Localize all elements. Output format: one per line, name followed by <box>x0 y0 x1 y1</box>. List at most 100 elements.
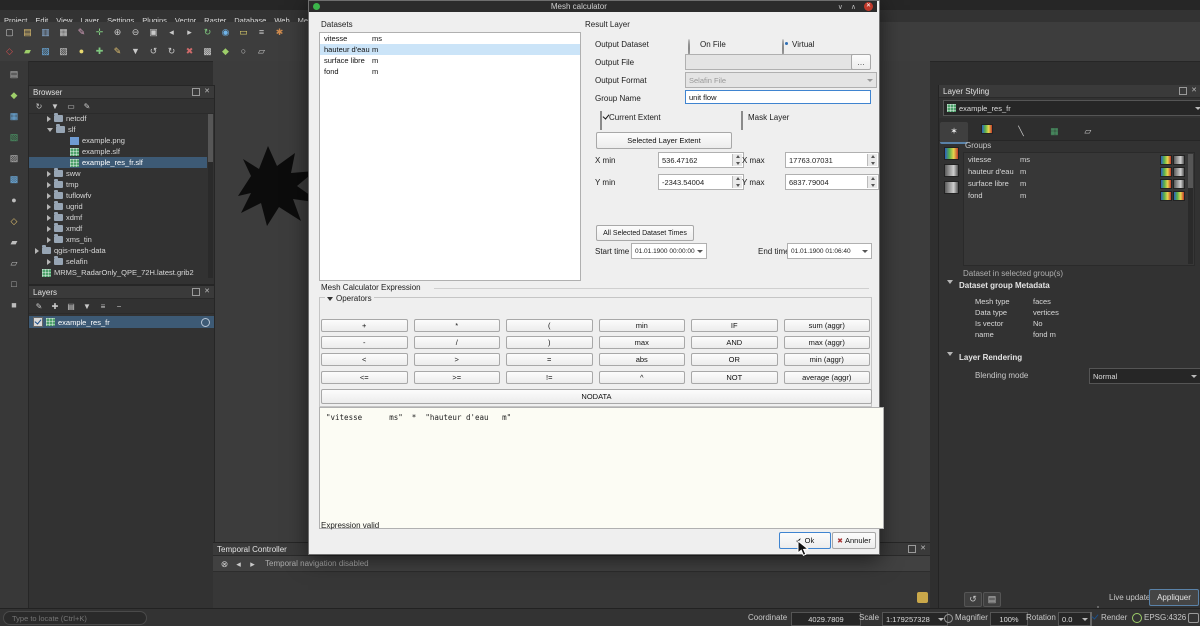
op-not-equal[interactable]: != <box>506 371 593 384</box>
delete-selected-icon[interactable]: ✖ <box>181 44 198 60</box>
new-print-layout-icon[interactable]: ▦ <box>55 25 72 41</box>
tab-mesh-frame[interactable]: ▦ <box>1040 122 1068 142</box>
x-min-spinbox[interactable]: 536.47162 <box>658 152 744 168</box>
op-max[interactable]: max <box>599 336 686 349</box>
add-vector-layer-icon[interactable]: ◆ <box>4 87 24 103</box>
open-layer-styling-icon[interactable]: ✎ <box>32 300 46 312</box>
temporal-prev-icon[interactable]: ◂ <box>232 558 245 570</box>
output-file-input[interactable] <box>685 54 855 70</box>
browser-item-ugrid[interactable]: ugrid <box>29 201 207 212</box>
layers-close-icon[interactable]: ✕ <box>204 289 210 295</box>
browser-item-example-res-fr-slf[interactable]: example_res_fr.slf <box>29 157 207 168</box>
styling-dock-icon[interactable] <box>1179 87 1187 95</box>
current-extent-checkbox[interactable] <box>600 111 602 130</box>
raster-calculator-icon[interactable]: ▩ <box>199 44 216 60</box>
zoom-in-icon[interactable]: ⊕ <box>109 25 126 41</box>
locate-input[interactable] <box>3 611 147 625</box>
browser-dock-icon[interactable] <box>192 88 200 96</box>
style-manager-icon[interactable]: ✎ <box>73 25 90 41</box>
filter-legend-icon[interactable]: ▼ <box>80 300 94 312</box>
browser-toggle-icon[interactable]: ▤ <box>4 66 24 82</box>
styling-layer-selector[interactable]: example_res_fr <box>943 100 1200 116</box>
scale-select[interactable]: 1:179257328 <box>882 612 948 626</box>
tab-labels[interactable]: ▱ <box>1074 122 1102 142</box>
crs-value[interactable]: EPSG:4326 <box>1144 613 1186 622</box>
temporal-close-icon[interactable]: ✕ <box>920 546 926 552</box>
open-attribute-table-icon[interactable]: ≡ <box>253 24 270 40</box>
filter-browser-icon[interactable]: ▼ <box>48 100 62 112</box>
browser-item-qgis-mesh-data[interactable]: qgis-mesh-data <box>29 245 207 256</box>
browser-item-sww[interactable]: sww <box>29 168 207 179</box>
op-min[interactable]: min <box>599 319 686 332</box>
current-extent-label[interactable]: Current Extent <box>609 113 661 122</box>
expand-all-icon[interactable]: ≡ <box>96 300 110 312</box>
styling-close-icon[interactable]: ✕ <box>1191 88 1197 94</box>
op-close-paren[interactable]: ) <box>506 336 593 349</box>
manage-map-themes-icon[interactable]: ▤ <box>64 300 78 312</box>
zoom-last-icon[interactable]: ◂ <box>163 25 180 41</box>
style-history-icon[interactable]: ↺ <box>964 592 982 607</box>
annotation-icon[interactable]: ○ <box>235 43 252 59</box>
op-greater-equal[interactable]: >= <box>414 371 501 384</box>
add-feature-icon[interactable]: ✚ <box>91 44 108 60</box>
style-pages-icon[interactable]: ▤ <box>983 592 1001 607</box>
add-point-feature-icon[interactable]: ● <box>73 43 90 59</box>
dataset-row-hauteur[interactable]: hauteur d'eaum <box>320 44 580 55</box>
add-virtual-layer-icon[interactable]: ■ <box>4 297 24 313</box>
mask-layer-checkbox[interactable] <box>741 111 743 130</box>
dataset-row-fond[interactable]: fondm <box>320 66 580 77</box>
add-wms-layer-icon[interactable]: ◇ <box>4 213 24 229</box>
save-edits-icon[interactable]: ▼ <box>127 43 144 59</box>
new-shapefile-icon[interactable]: ▰ <box>19 44 36 60</box>
dialog-maximize-icon[interactable]: ∧ <box>851 3 856 11</box>
log-messages-icon[interactable] <box>917 592 928 603</box>
apply-button[interactable]: Appliquer <box>1149 589 1199 606</box>
op-and[interactable]: AND <box>691 336 778 349</box>
zoom-full-icon[interactable]: ▣ <box>145 25 162 41</box>
mask-layer-label[interactable]: Mask Layer <box>748 113 789 122</box>
browser-item-netcdf[interactable]: netcdf <box>29 113 207 124</box>
add-spatialite-layer-icon[interactable]: ● <box>4 192 24 208</box>
select-features-icon[interactable]: ▭ <box>235 25 252 41</box>
browser-item-xdmf[interactable]: xdmf <box>29 212 207 223</box>
add-wfs-layer-icon[interactable]: ▰ <box>4 234 24 250</box>
expression-editor[interactable]: "vitesse ms" * "hauteur d'eau m" <box>319 407 884 529</box>
refresh-browser-icon[interactable]: ↻ <box>32 100 46 112</box>
dataset-group-vector-icon[interactable] <box>944 164 959 177</box>
output-format-select[interactable]: Selafin File <box>685 72 877 88</box>
browser-properties-icon[interactable]: ✎ <box>80 100 94 112</box>
group-name-input[interactable] <box>685 90 871 104</box>
layer-indicator-icon[interactable] <box>201 318 210 327</box>
op-max-aggr[interactable]: max (aggr) <box>784 336 871 349</box>
y-min-spinbox[interactable]: -2343.54004 <box>658 174 744 190</box>
render-checkbox[interactable] <box>1090 612 1092 626</box>
op-plus[interactable]: + <box>321 319 408 332</box>
collapse-all-icon[interactable]: ▭ <box>64 100 78 112</box>
add-group-icon[interactable]: ✚ <box>48 300 62 312</box>
open-project-icon[interactable]: ▤ <box>19 25 36 41</box>
undo-icon[interactable]: ↺ <box>145 44 162 60</box>
processing-toolbox-icon[interactable]: ✱ <box>271 25 288 41</box>
measure-line-icon[interactable]: ▱ <box>253 44 270 60</box>
layer-visibility-checkbox[interactable] <box>33 317 43 327</box>
op-equal[interactable]: = <box>506 353 593 366</box>
remove-layer-icon[interactable]: − <box>112 300 126 312</box>
op-not[interactable]: NOT <box>691 371 778 384</box>
new-virtual-layer-icon[interactable]: ▧ <box>55 44 72 60</box>
tab-vectors[interactable]: ╲ <box>1007 122 1035 142</box>
browser-item-example-slf[interactable]: example.slf <box>29 146 207 157</box>
selected-layer-extent-button[interactable]: Selected Layer Extent <box>596 132 732 149</box>
group-row-hauteur[interactable]: hauteur d'eaum <box>964 165 1194 177</box>
op-open-paren[interactable]: ( <box>506 319 593 332</box>
add-xyz-layer-icon[interactable]: □ <box>4 276 24 292</box>
add-raster-layer-icon[interactable]: ▦ <box>4 108 24 124</box>
browser-item-xms-tin[interactable]: xms_tin <box>29 234 207 245</box>
temporal-next-icon[interactable]: ▸ <box>246 558 259 570</box>
dataset-group-scalar-icon[interactable] <box>944 147 959 160</box>
browser-close-icon[interactable]: ✕ <box>204 89 210 95</box>
magnifier-value[interactable]: 100% <box>990 612 1028 626</box>
add-mesh-layer-icon[interactable]: ▧ <box>4 129 24 145</box>
browser-item-tmp[interactable]: tmp <box>29 179 207 190</box>
add-delimited-text-icon[interactable]: ▨ <box>4 150 24 166</box>
rotation-value[interactable]: 0.0 <box>1058 612 1092 626</box>
